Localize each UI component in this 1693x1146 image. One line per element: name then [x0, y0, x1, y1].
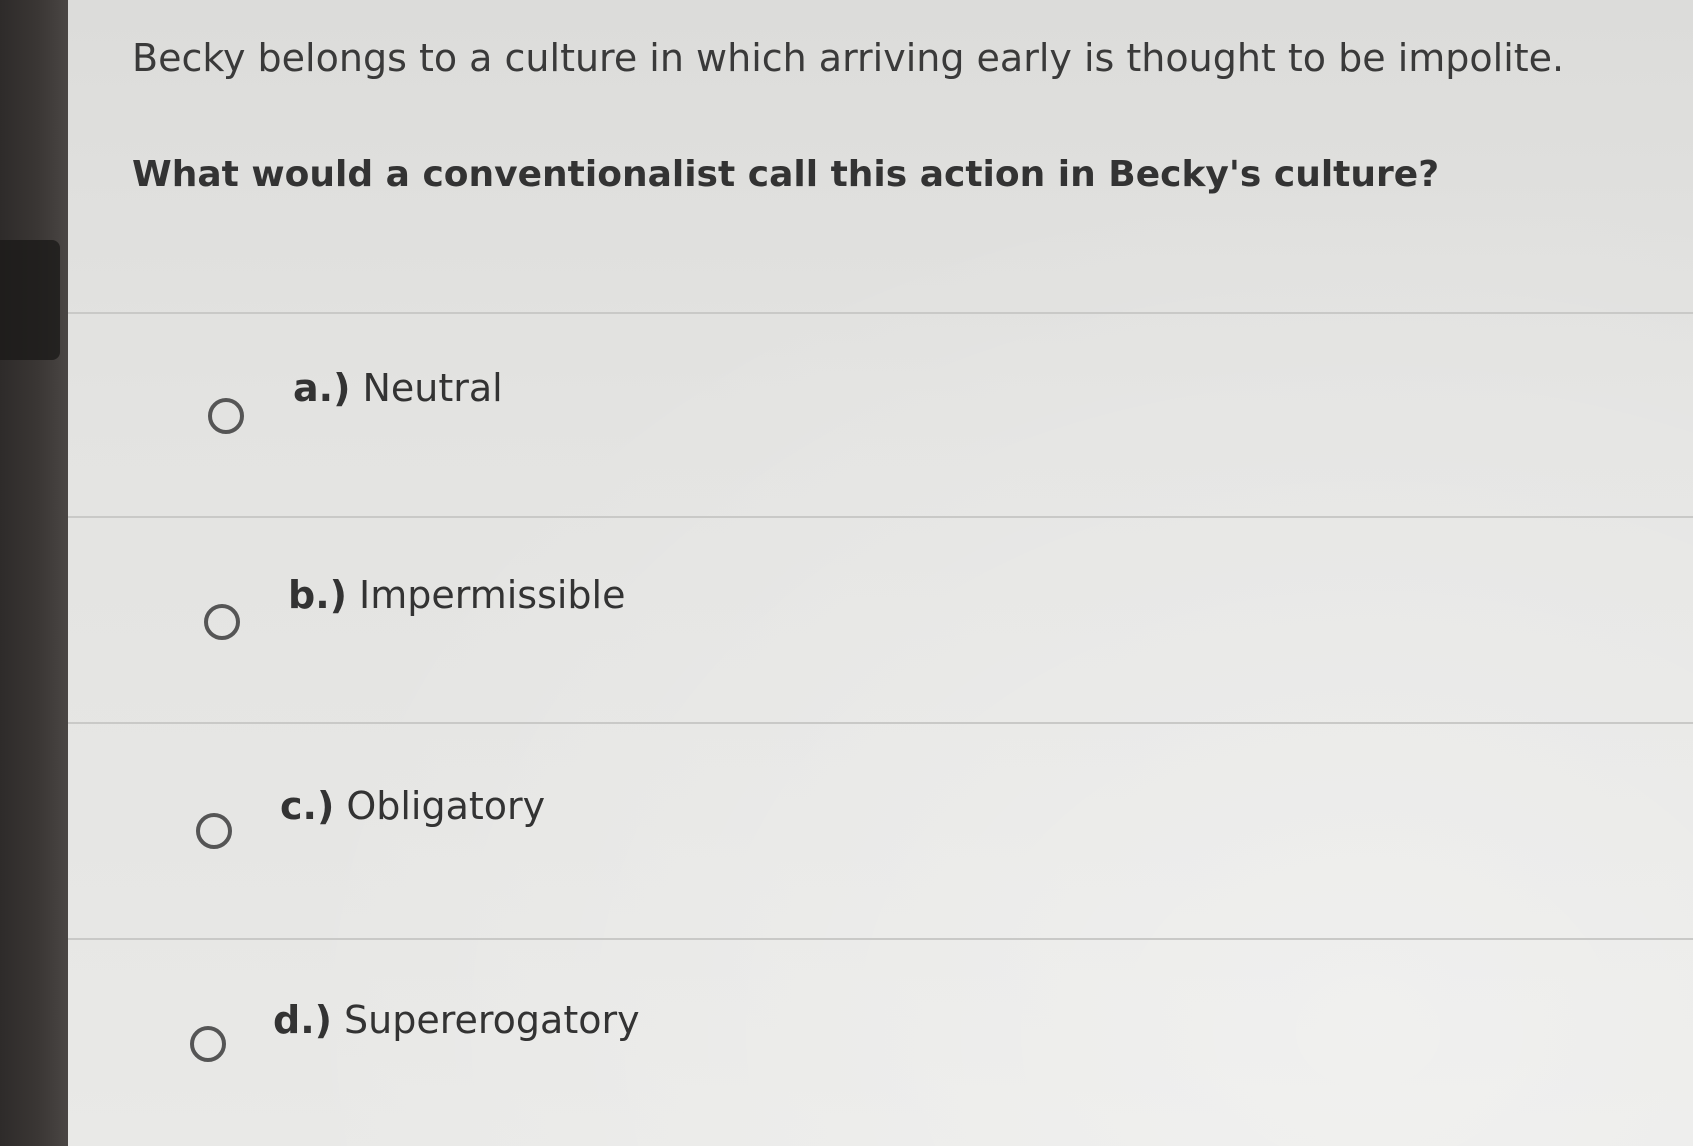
- option-b[interactable]: b.) Impermissible: [68, 518, 1693, 718]
- option-a-letter: a.): [293, 366, 351, 410]
- radio-button-b[interactable]: [204, 604, 240, 640]
- device-bezel: [0, 0, 68, 1146]
- radio-button-c[interactable]: [196, 813, 232, 849]
- option-d-text[interactable]: d.) Supererogatory: [273, 998, 640, 1042]
- option-b-text[interactable]: b.) Impermissible: [288, 573, 625, 617]
- radio-button-a[interactable]: [208, 398, 244, 434]
- question-prompt: What would a conventionalist call this a…: [132, 154, 1440, 195]
- option-a[interactable]: a.) Neutral: [68, 314, 1693, 514]
- option-c-label: Obligatory: [346, 784, 546, 828]
- option-d[interactable]: d.) Supererogatory: [68, 940, 1693, 1140]
- option-b-label: Impermissible: [359, 573, 626, 617]
- option-d-label: Supererogatory: [344, 998, 640, 1042]
- question-screen: Becky belongs to a culture in which arri…: [68, 0, 1693, 1146]
- option-b-letter: b.): [288, 573, 348, 617]
- option-c[interactable]: c.) Obligatory: [68, 724, 1693, 924]
- option-a-label: Neutral: [362, 366, 503, 410]
- radio-button-d[interactable]: [190, 1026, 226, 1062]
- option-c-text[interactable]: c.) Obligatory: [280, 784, 545, 828]
- option-d-letter: d.): [273, 998, 333, 1042]
- option-a-text[interactable]: a.) Neutral: [293, 366, 503, 410]
- question-statement: Becky belongs to a culture in which arri…: [132, 36, 1565, 80]
- option-c-letter: c.): [280, 784, 335, 828]
- bezel-shadow: [0, 240, 60, 360]
